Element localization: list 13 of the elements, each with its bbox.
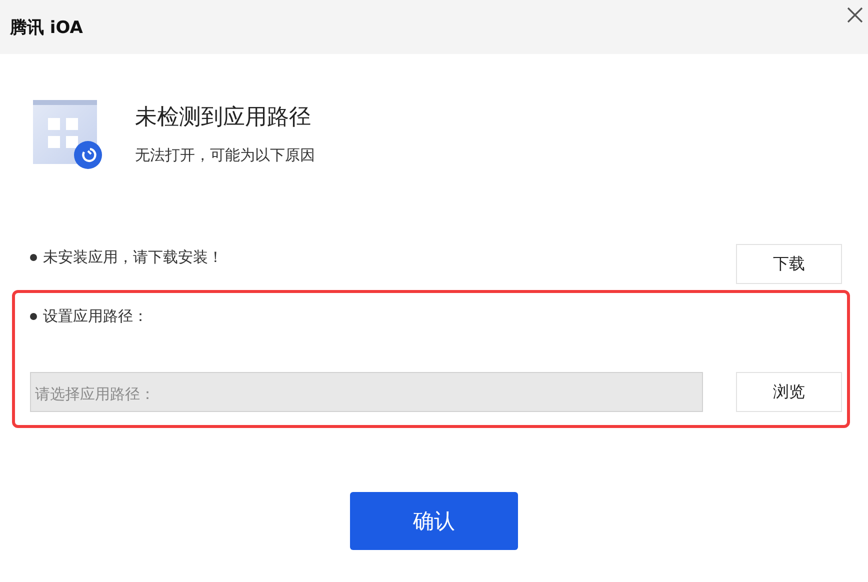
browse-button[interactable]: 浏览 xyxy=(736,372,842,412)
path-field[interactable]: 请选择应用路径： xyxy=(30,372,703,412)
reason-text: 设置应用路径： xyxy=(43,307,148,326)
window-title: 腾讯 iOA xyxy=(10,16,83,38)
dialog-heading: 未检测到应用路径 xyxy=(135,104,312,132)
app-grid-icon xyxy=(33,98,103,172)
dialog-subtitle: 无法打开，可能为以下原因 xyxy=(135,146,315,165)
download-button[interactable]: 下载 xyxy=(736,244,842,284)
confirm-button[interactable]: 确认 xyxy=(350,492,518,550)
reason-text: 未安装应用，请下载安装！ xyxy=(43,248,223,267)
close-icon[interactable] xyxy=(846,6,864,24)
bullet-icon xyxy=(30,254,37,261)
bullet-icon xyxy=(30,313,37,320)
